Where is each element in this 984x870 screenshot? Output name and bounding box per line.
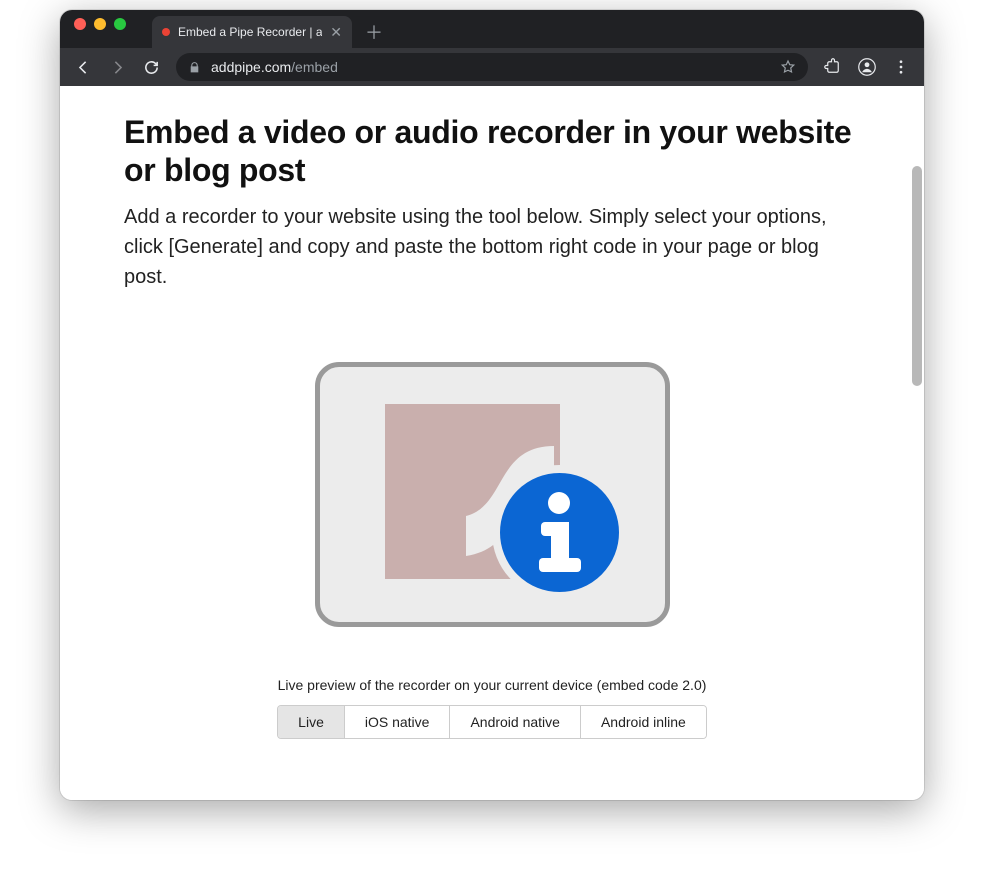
- forward-button[interactable]: [102, 52, 132, 82]
- browser-tab[interactable]: Embed a Pipe Recorder | addpi ✕: [152, 16, 352, 48]
- recorder-preview-area: Live preview of the recorder on your cur…: [124, 362, 860, 739]
- reload-button[interactable]: [136, 52, 166, 82]
- kebab-menu-button[interactable]: [886, 52, 916, 82]
- tab-live[interactable]: Live: [278, 706, 345, 738]
- new-tab-button[interactable]: ＋: [360, 18, 388, 46]
- preview-tabs: Live iOS native Android native Android i…: [277, 705, 707, 739]
- vertical-scrollbar[interactable]: [910, 86, 924, 800]
- page-content: Embed a video or audio recorder in your …: [60, 86, 924, 800]
- bookmark-star-icon[interactable]: [780, 59, 796, 75]
- address-bar[interactable]: addpipe.com/embed: [176, 53, 808, 81]
- tab-android-inline[interactable]: Android inline: [581, 706, 706, 738]
- page-title: Embed a video or audio recorder in your …: [124, 114, 860, 190]
- browser-toolbar: addpipe.com/embed: [60, 48, 924, 86]
- page-description: Add a recorder to your website using the…: [124, 202, 860, 292]
- tab-android-native[interactable]: Android native: [450, 706, 581, 738]
- url-path: /embed: [291, 59, 338, 75]
- preview-caption: Live preview of the recorder on your cur…: [278, 677, 707, 693]
- back-button[interactable]: [68, 52, 98, 82]
- close-window-button[interactable]: [74, 18, 86, 30]
- info-icon: [492, 465, 627, 600]
- scrollbar-thumb[interactable]: [912, 166, 922, 386]
- extensions-button[interactable]: [818, 52, 848, 82]
- flash-plugin-placeholder[interactable]: [315, 362, 670, 627]
- tab-favicon-icon: [162, 28, 170, 36]
- url-text: addpipe.com/embed: [211, 59, 338, 75]
- minimize-window-button[interactable]: [94, 18, 106, 30]
- tab-ios-native[interactable]: iOS native: [345, 706, 451, 738]
- titlebar: Embed a Pipe Recorder | addpi ✕ ＋: [60, 10, 924, 48]
- close-tab-icon[interactable]: ✕: [330, 25, 342, 39]
- browser-window: Embed a Pipe Recorder | addpi ✕ ＋ addpip…: [60, 10, 924, 800]
- maximize-window-button[interactable]: [114, 18, 126, 30]
- url-domain: addpipe.com: [211, 59, 291, 75]
- tab-title: Embed a Pipe Recorder | addpi: [178, 25, 322, 39]
- window-controls: [74, 10, 126, 48]
- lock-icon: [188, 61, 201, 74]
- profile-button[interactable]: [852, 52, 882, 82]
